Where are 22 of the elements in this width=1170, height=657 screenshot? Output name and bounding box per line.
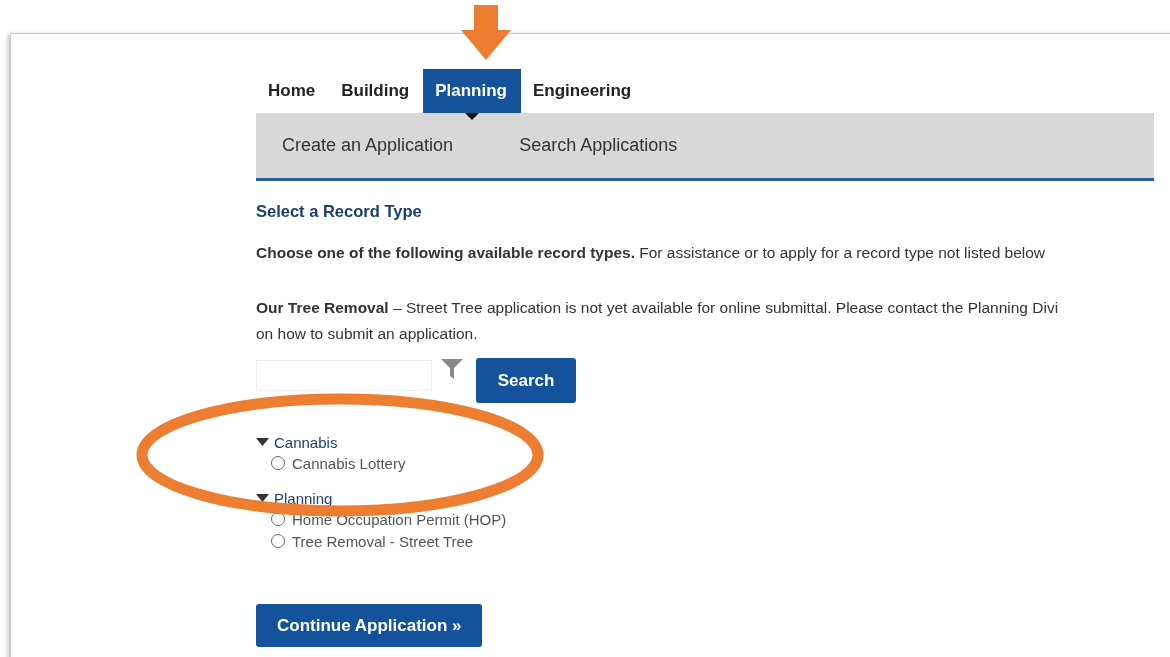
section-heading: Select a Record Type bbox=[256, 202, 423, 222]
record-type-label[interactable]: Cannabis Lottery bbox=[292, 454, 406, 472]
down-arrow-annotation bbox=[461, 5, 511, 60]
search-button[interactable]: Search bbox=[476, 358, 576, 403]
notice-text: Our Tree Removal – Street Tree application is not yet available for online submittal. Please contact the Planning Divi bbox=[256, 299, 1060, 317]
filter-icon[interactable] bbox=[440, 358, 464, 380]
nav-tab[interactable]: Home bbox=[256, 69, 330, 113]
nav-tab[interactable]: Planning bbox=[423, 69, 521, 113]
collapse-triangle-icon[interactable] bbox=[256, 438, 269, 447]
group-label: Planning bbox=[274, 490, 333, 507]
collapse-triangle-icon[interactable] bbox=[256, 494, 269, 503]
record-type-label[interactable]: Home Occupation Permit (HOP) bbox=[292, 510, 507, 528]
continue-application-button[interactable]: Continue Application » bbox=[256, 604, 483, 647]
group-label: Cannabis bbox=[274, 434, 338, 451]
pointer-triangle-icon bbox=[465, 113, 480, 120]
instruction-text: Choose one of the following available record types. For assistance or to apply for a record type not listed below bbox=[256, 244, 1047, 262]
sub-nav-link[interactable]: Create an Application bbox=[282, 135, 454, 156]
nav-tab[interactable]: Building bbox=[329, 69, 424, 113]
nav-tab[interactable]: Engineering bbox=[521, 69, 646, 113]
notice-text: on how to submit an application. bbox=[256, 325, 479, 343]
sub-nav-link[interactable]: Search Applications bbox=[519, 135, 678, 156]
record-type-label[interactable]: Tree Removal - Street Tree bbox=[292, 532, 474, 550]
